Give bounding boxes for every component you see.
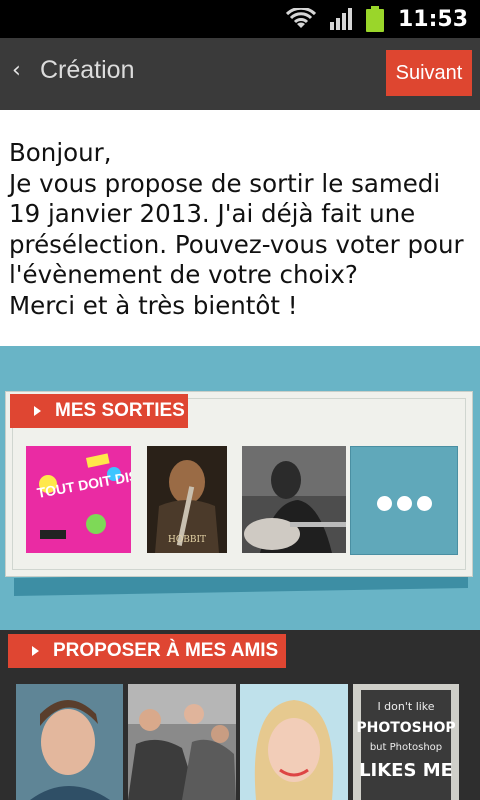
page-title[interactable]: Création <box>40 56 135 85</box>
arrow-right-icon <box>34 406 41 416</box>
friend-photo-3[interactable] <box>240 684 348 800</box>
hobbit-poster-image: HOBBIT <box>147 446 227 553</box>
wifi-icon <box>285 8 316 28</box>
friend-poster-image: I don't like PHOTOSHOP but Photoshop LIK… <box>353 684 459 800</box>
event-thumbnail-guitarist-photo[interactable] <box>242 446 346 553</box>
proposer-amis-label: PROPOSER À MES AMIS <box>53 640 279 661</box>
proposer-amis-header[interactable]: PROPOSER À MES AMIS <box>8 634 286 668</box>
arrow-right-icon <box>32 646 39 656</box>
more-sorties-button[interactable] <box>350 446 458 555</box>
guitarist-photo-image <box>242 446 346 553</box>
status-bar: 11:53 <box>0 0 480 38</box>
more-dots-icon <box>377 496 392 511</box>
friend-photo-4[interactable]: I don't like PHOTOSHOP but Photoshop LIK… <box>353 684 459 800</box>
message-line: présélection. Pouvez-vous voter pour <box>9 229 464 259</box>
action-bar: ‹ Création Suivant <box>0 38 480 110</box>
message-line: Je vous propose de sortir le samedi <box>9 168 441 198</box>
battery-icon <box>365 6 384 32</box>
poster-text-line: I don't like <box>377 700 434 713</box>
mes-sorties-header[interactable]: MES SORTIES <box>10 394 188 428</box>
message-line: Bonjour, <box>9 138 112 167</box>
mes-sorties-label: MES SORTIES <box>55 400 185 421</box>
event-poster-image: TOUT DOIT DISPARAITRE <box>26 446 131 553</box>
signal-icon <box>329 8 352 30</box>
next-button[interactable]: Suivant <box>386 50 472 96</box>
more-dots-icon <box>397 496 412 511</box>
amis-section: PROPOSER À MES AMIS I don't like PHOTOSH… <box>0 630 480 800</box>
event-thumbnail-tout-doit-disparaitre[interactable]: TOUT DOIT DISPARAITRE <box>26 446 131 553</box>
friend-portrait <box>16 684 123 800</box>
message-line: Merci et à très bientôt ! <box>9 290 298 320</box>
sorties-section: MES SORTIES TOUT DOIT DISPARAITRE HOBBIT <box>0 346 480 630</box>
message-line: l'évènement de votre choix? <box>9 260 358 289</box>
poster-text-line: LIKES ME <box>359 760 453 781</box>
more-dots-icon <box>417 496 432 511</box>
friend-portrait <box>128 684 236 800</box>
friend-photo-1[interactable] <box>16 684 123 800</box>
friend-portrait <box>240 684 348 800</box>
status-icons: 11:53 <box>285 0 480 38</box>
sorties-card: MES SORTIES TOUT DOIT DISPARAITRE HOBBIT <box>6 392 472 576</box>
back-chevron-icon[interactable]: ‹ <box>12 58 21 83</box>
message-line: 19 janvier 2013. J'ai déjà fait une <box>9 199 416 228</box>
status-clock: 11:53 <box>397 6 468 32</box>
poster-title-line: HOBBIT <box>168 535 206 545</box>
poster-text-line: PHOTOSHOP <box>356 720 455 736</box>
event-thumbnail-hobbit-poster[interactable]: HOBBIT <box>147 446 227 553</box>
invitation-message[interactable]: Bonjour, Je vous propose de sortir le sa… <box>0 110 480 346</box>
poster-text-line: but Photoshop <box>370 742 442 753</box>
friend-photo-2[interactable] <box>128 684 236 800</box>
message-text: Bonjour, Je vous propose de sortir le sa… <box>9 138 473 321</box>
